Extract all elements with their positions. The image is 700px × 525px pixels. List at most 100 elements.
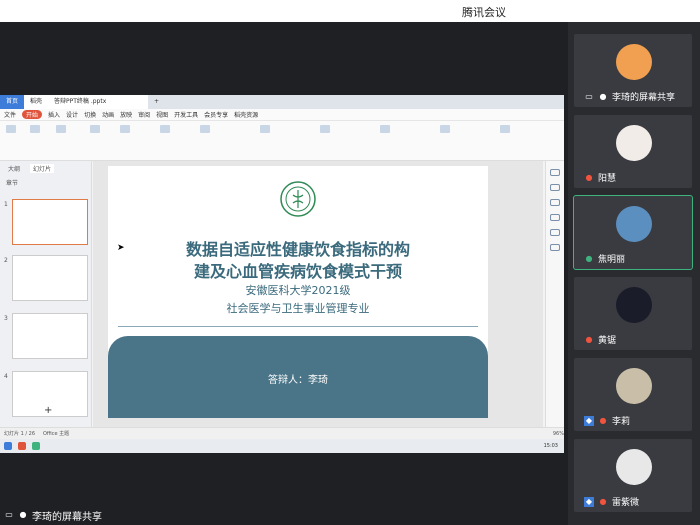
menu-dev[interactable]: 开发工具 bbox=[174, 110, 198, 119]
tool-icon[interactable] bbox=[550, 199, 560, 206]
participant-name: 雷紫微 bbox=[612, 498, 640, 508]
tab-daoke[interactable]: 稻壳 bbox=[24, 95, 49, 109]
shape-icon[interactable] bbox=[380, 125, 390, 133]
slide-subtitle-school: 安徽医科大学2021级 bbox=[245, 284, 351, 297]
participant-name-row: ● 黄锯 bbox=[584, 333, 617, 347]
slide-canvas: 数据自适应性健康饮食指标的构 建及心血管疾病饮食模式干预 安徽医科大学2021级… bbox=[93, 161, 543, 427]
zoom-level[interactable]: 96% bbox=[553, 431, 564, 437]
mic-icon: ● bbox=[19, 510, 27, 519]
menu-slideshow[interactable]: 放映 bbox=[120, 110, 132, 119]
avatar bbox=[616, 44, 652, 80]
participant-tile[interactable]: ◆ ● 李莉 bbox=[574, 358, 692, 431]
participant-tile[interactable]: ● 黄锯 bbox=[574, 277, 692, 350]
app-title: 腾讯会议 bbox=[462, 6, 506, 19]
slide: 数据自适应性健康饮食指标的构 建及心血管疾病饮食模式干预 安徽医科大学2021级… bbox=[108, 166, 488, 418]
new-slide-icon[interactable] bbox=[90, 125, 100, 133]
reset-icon[interactable] bbox=[160, 125, 170, 133]
textbox-icon[interactable] bbox=[320, 125, 330, 133]
add-slide-button[interactable]: + bbox=[44, 405, 52, 416]
participant-name: 黄锯 bbox=[598, 336, 617, 346]
paragraph-icon[interactable] bbox=[260, 125, 270, 133]
screen-share-area: 首页 稻壳 答辩PPT终稿 .pptx + 文件 开始 插入 设计 切换 动画 … bbox=[0, 22, 568, 525]
participant-tile[interactable]: ◆ ● 雷紫微 bbox=[574, 439, 692, 512]
participant-name: 李琦的屏幕共享 bbox=[612, 93, 676, 103]
thumb-num: 3 bbox=[4, 315, 8, 322]
tool-icon[interactable] bbox=[550, 244, 560, 251]
slide-title-line1: 数据自适应性健康饮食指标的构 bbox=[185, 240, 410, 259]
participant-name: 焦明丽 bbox=[598, 255, 626, 265]
menu-resources[interactable]: 稻壳资源 bbox=[234, 110, 258, 119]
windows-taskbar: 15:03 bbox=[0, 439, 564, 453]
meeting-title-bar: 腾讯会议 bbox=[0, 0, 700, 22]
slide-counter: 幻灯片 1 / 26 bbox=[4, 431, 35, 437]
section-label: 章节 bbox=[6, 180, 19, 187]
slide-subtitle-major: 社会医学与卫生事业管理专业 bbox=[226, 302, 370, 315]
wps-tabbar: 首页 稻壳 答辩PPT终稿 .pptx + bbox=[0, 95, 564, 109]
university-logo-icon bbox=[280, 181, 316, 217]
format-painter-icon[interactable] bbox=[56, 125, 66, 133]
share-label-text: 李琦的屏幕共享 bbox=[32, 511, 102, 523]
tab-outline[interactable]: 大纲 bbox=[8, 164, 20, 173]
find-icon[interactable] bbox=[500, 125, 510, 133]
slide-title-line2: 建及心血管疾病饮食模式干预 bbox=[193, 262, 402, 281]
tab-home[interactable]: 首页 bbox=[0, 95, 25, 109]
wps-window: 首页 稻壳 答辩PPT终稿 .pptx + 文件 开始 插入 设计 切换 动画 … bbox=[0, 95, 564, 453]
avatar bbox=[616, 206, 652, 242]
mic-icon: ● bbox=[585, 253, 593, 263]
arrange-icon[interactable] bbox=[440, 125, 450, 133]
ribbon bbox=[0, 121, 564, 161]
menu-transition[interactable]: 切换 bbox=[84, 110, 96, 119]
thumb-num: 1 bbox=[4, 201, 8, 208]
menu-view[interactable]: 视图 bbox=[156, 110, 168, 119]
mic-muted-icon: ● bbox=[585, 334, 593, 344]
participant-name-row: ◆ ● 李莉 bbox=[584, 414, 630, 427]
participant-name-row: ◆ ● 雷紫微 bbox=[584, 495, 639, 508]
participant-tile[interactable]: ▭ ● 李琦的屏幕共享 bbox=[574, 34, 692, 107]
slide-thumb-2[interactable] bbox=[12, 255, 88, 301]
windows-start-icon[interactable] bbox=[4, 442, 12, 450]
participant-tile[interactable]: ● 阳慧 bbox=[574, 115, 692, 188]
tab-document[interactable]: 答辩PPT终稿 .pptx bbox=[48, 95, 149, 109]
menu-design[interactable]: 设计 bbox=[66, 110, 78, 119]
menu-insert[interactable]: 插入 bbox=[48, 110, 60, 119]
wps-taskbar-icon[interactable] bbox=[18, 442, 26, 450]
layout-icon[interactable] bbox=[120, 125, 130, 133]
font-icon[interactable] bbox=[200, 125, 210, 133]
mic-muted-icon: ● bbox=[599, 415, 607, 425]
menu-file[interactable]: 文件 bbox=[4, 110, 16, 119]
tool-icon[interactable] bbox=[550, 184, 560, 191]
user-icon: ◆ bbox=[584, 415, 594, 426]
user-icon: ◆ bbox=[584, 496, 594, 507]
thumb-num: 4 bbox=[4, 373, 8, 380]
tool-icon[interactable] bbox=[550, 214, 560, 221]
mic-icon: ● bbox=[599, 91, 607, 101]
avatar bbox=[616, 449, 652, 485]
paste-icon[interactable] bbox=[6, 125, 16, 133]
participant-name-row: ▭ ● 李琦的屏幕共享 bbox=[584, 90, 676, 104]
mic-muted-icon: ● bbox=[585, 172, 593, 182]
slide-thumb-1[interactable] bbox=[12, 199, 88, 245]
tool-icon[interactable] bbox=[550, 169, 560, 176]
tool-icon[interactable] bbox=[550, 229, 560, 236]
menu-home[interactable]: 开始 bbox=[22, 110, 43, 119]
right-toolbar bbox=[545, 161, 564, 427]
avatar bbox=[616, 368, 652, 404]
new-tab-button[interactable]: + bbox=[148, 95, 165, 109]
slide-thumb-3[interactable] bbox=[12, 313, 88, 359]
tab-slides[interactable]: 幻灯片 bbox=[30, 164, 55, 173]
theme-name: Office 主题 bbox=[43, 431, 70, 437]
participant-name-row: ● 焦明丽 bbox=[584, 252, 626, 266]
participant-name: 李莉 bbox=[612, 417, 631, 427]
clock: 15:03 bbox=[543, 443, 558, 449]
cut-icon[interactable] bbox=[30, 125, 40, 133]
panel-tabs: 大纲 幻灯片 bbox=[0, 161, 91, 176]
menu-member[interactable]: 会员专享 bbox=[204, 110, 228, 119]
menu-review[interactable]: 审阅 bbox=[138, 110, 150, 119]
status-bar: 幻灯片 1 / 26 Office 主题 96% bbox=[0, 427, 564, 439]
app-taskbar-icon[interactable] bbox=[32, 442, 40, 450]
avatar bbox=[616, 125, 652, 161]
avatar bbox=[616, 287, 652, 323]
participant-tile[interactable]: ● 焦明丽 bbox=[573, 195, 693, 270]
menu-animation[interactable]: 动画 bbox=[102, 110, 114, 119]
participant-name-row: ● 阳慧 bbox=[584, 171, 617, 185]
